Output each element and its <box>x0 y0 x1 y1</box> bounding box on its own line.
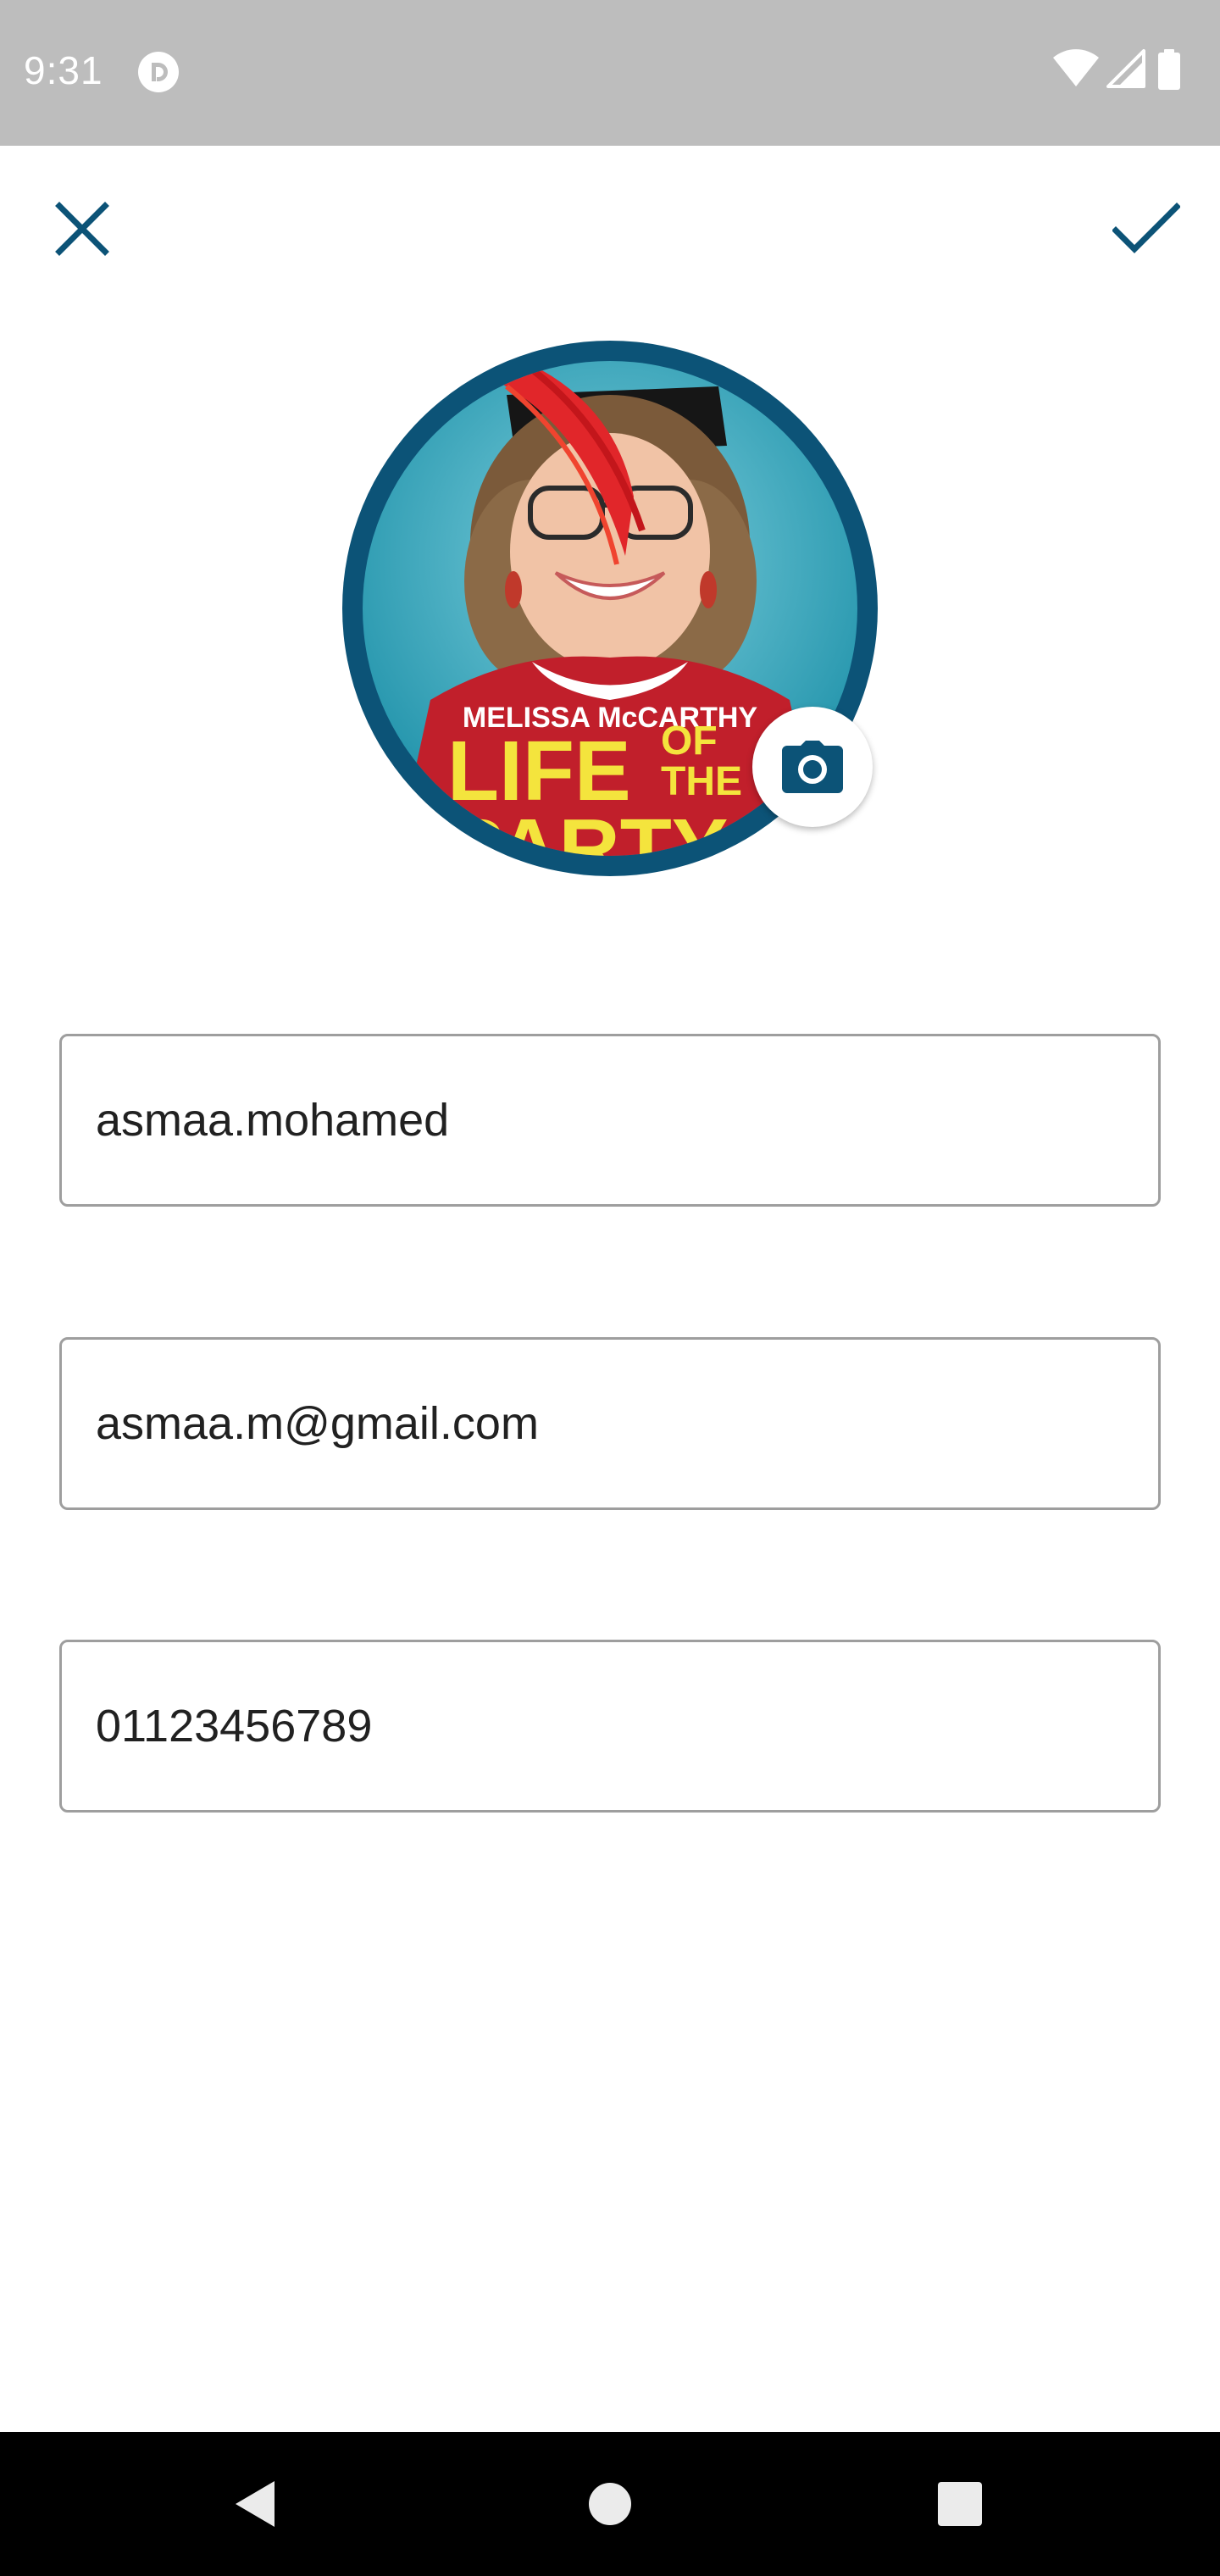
email-input[interactable] <box>62 1340 1158 1507</box>
avatar-title-of: OF <box>661 719 718 763</box>
status-bar: 9:31 <box>0 0 1220 146</box>
cell-signal-icon <box>1106 49 1145 88</box>
home-button[interactable] <box>563 2457 657 2551</box>
back-button[interactable] <box>208 2457 301 2551</box>
home-circle-icon <box>589 2483 631 2525</box>
status-time: 9:31 <box>24 48 103 92</box>
avatar-title-the: THE <box>661 759 742 804</box>
profile-avatar: MELISSA McCARTHY LIFE OF THE PARTY <box>342 341 878 876</box>
checkmark-icon <box>1112 203 1180 253</box>
battery-icon <box>1158 49 1180 90</box>
phone-field[interactable] <box>59 1640 1161 1813</box>
close-icon <box>55 202 109 256</box>
recents-button[interactable] <box>913 2457 1006 2551</box>
recents-square-icon <box>938 2482 982 2526</box>
username-input[interactable] <box>62 1036 1158 1204</box>
status-indicators <box>1052 49 1196 92</box>
close-button[interactable] <box>36 182 129 275</box>
username-field[interactable] <box>59 1034 1161 1207</box>
pocket-casts-icon <box>137 51 180 93</box>
change-photo-button[interactable] <box>752 707 873 827</box>
email-field[interactable] <box>59 1337 1161 1510</box>
save-button[interactable] <box>1100 182 1193 275</box>
back-triangle-icon <box>236 2481 274 2527</box>
navigation-bar <box>0 2432 1220 2576</box>
wifi-icon <box>1053 49 1099 86</box>
phone-input[interactable] <box>62 1642 1158 1810</box>
camera-icon <box>782 741 843 793</box>
